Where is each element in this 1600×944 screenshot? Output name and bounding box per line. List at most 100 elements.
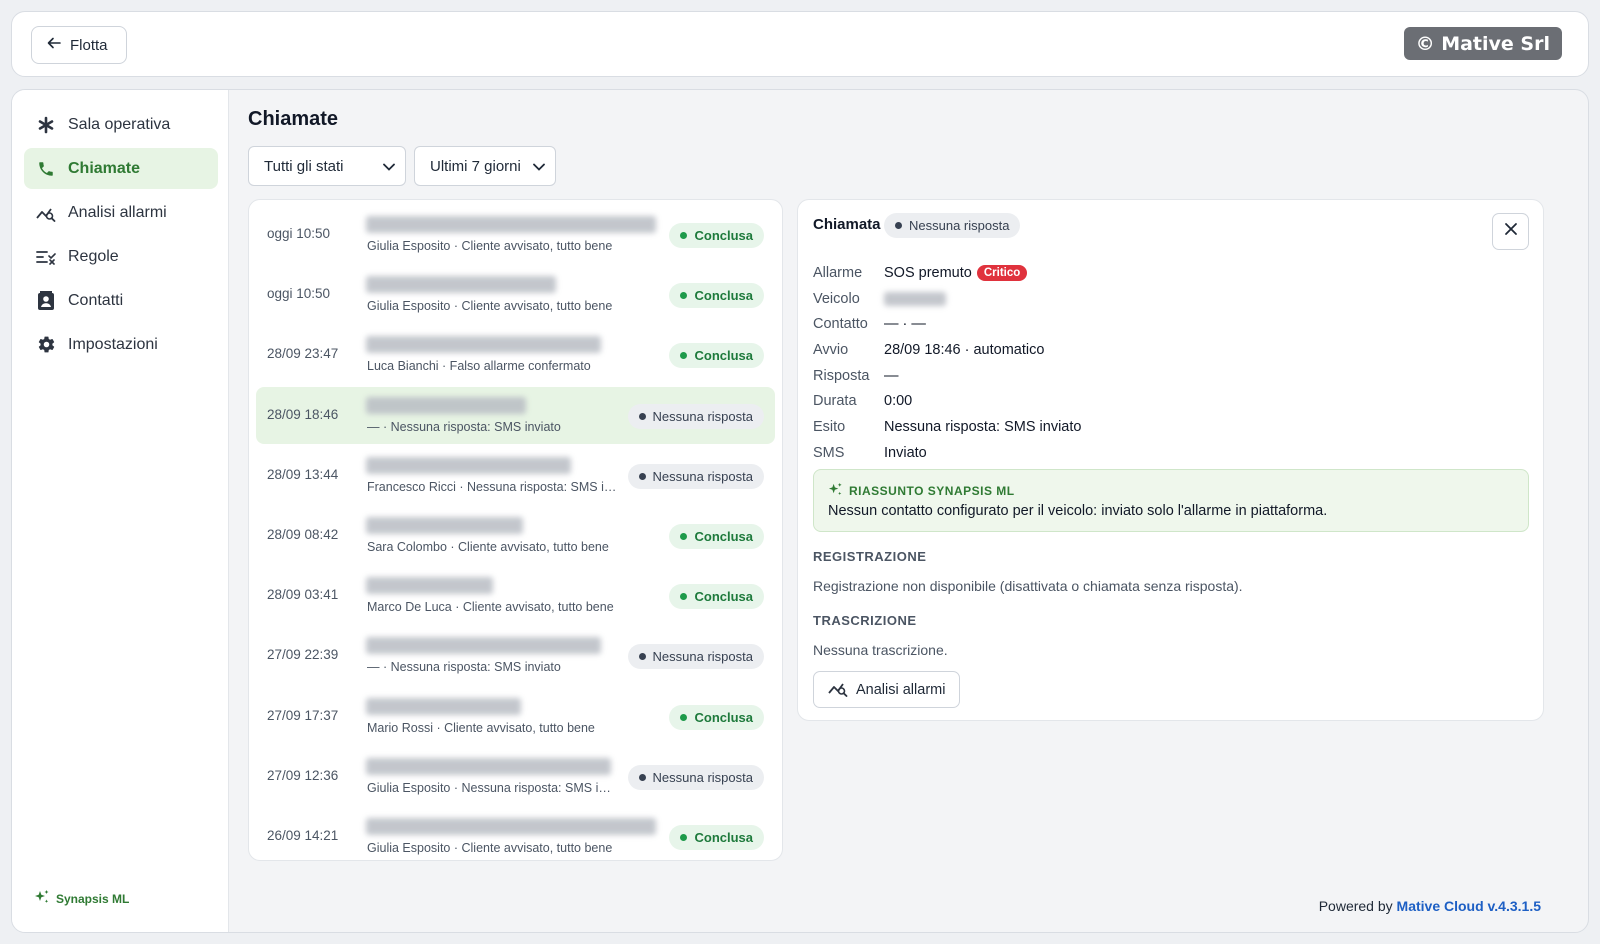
call-time: 27/09 12:36 [267,767,339,783]
summary-heading-text: RIASSUNTO SYNAPSIS ML [849,484,1015,498]
sidebar-item-label: Chiamate [68,159,141,177]
call-vehicle-blurred [366,817,656,835]
status-dot-icon [680,713,688,721]
call-row[interactable]: 28/09 08:42 Sara Colombo · Cliente avvisa… [256,507,775,564]
arrow-left-icon [46,35,62,55]
field-label: Durata [813,393,857,410]
status-dot-icon [680,352,688,360]
status-dot-icon [638,412,646,420]
call-subtitle: Luca Bianchi · Falso allarme confermato [367,359,591,374]
call-row[interactable]: 27/09 17:37 Mario Rossi · Cliente avvisat… [256,688,775,745]
sidebar-item-label: Impostazioni [68,335,158,353]
call-row[interactable]: 26/09 14:21 Giulia Esposito · Cliente avv… [256,808,775,865]
call-time: 27/09 17:37 [267,707,339,723]
call-status-badge: Nessuna risposta [627,764,764,790]
sidebar-item-regole[interactable]: Regole [24,236,218,277]
powered-prefix: Powered by [1318,898,1393,914]
sidebar-item-sala-operativa[interactable]: Sala operativa [24,104,218,145]
call-status-text: Conclusa [694,228,753,243]
ai-summary-box: RIASSUNTO SYNAPSIS ML Nessun contatto co… [813,469,1529,532]
sidebar-item-analisi-allarmi[interactable]: Analisi allarmi [24,192,218,233]
field-contatto: Contatto — · — [813,311,1081,337]
call-status-badge: Conclusa [669,584,764,610]
contact-card-icon [36,290,56,311]
field-avvio: Avvio 28/09 18:46 · automatico [813,337,1081,363]
call-status-text: Conclusa [694,288,753,304]
sidebar-item-impostazioni[interactable]: Impostazioni [24,324,218,365]
call-status-text: Nessuna risposta [652,468,753,484]
call-time: 28/09 08:42 [267,526,339,542]
app-shell: Sala operativa Chiamate Analisi allarmi … [11,89,1589,933]
call-status-text: Conclusa [694,709,753,725]
status-dot-icon [680,532,688,540]
status-dot-icon [680,292,688,300]
synapsis-ml-label: Synapsis ML [34,889,129,908]
call-vehicle-blurred [366,216,656,233]
call-row[interactable]: oggi 10:50 Giulia Esposito · Cliente avvi… [256,266,775,323]
call-status-text: Nessuna risposta [652,769,753,785]
call-row[interactable]: 28/09 23:47 Luca Bianchi · Falso allarme … [256,326,775,383]
transcription-text: Nessuna trascrizione. [813,642,948,658]
call-row[interactable]: 28/09 18:46 — · Nessuna risposta: SMS inv… [256,386,775,444]
call-row[interactable]: oggi 10:50 Giulia Esposito · Cliente avvi… [256,206,775,263]
call-time: 28/09 18:46 [267,406,339,422]
period-filter-value: Ultimi 7 giorni [430,157,521,175]
call-time: 28/09 03:41 [267,587,339,603]
analisi-allarmi-button[interactable]: Analisi allarmi [813,671,961,708]
recording-text: Registrazione non disponibile (disattiva… [813,578,1243,594]
status-dot-icon [638,472,646,480]
page-title: Chiamate [248,108,339,130]
chevron-down-icon [383,158,395,175]
sidebar-item-contatti[interactable]: Contatti [24,280,218,321]
field-value: Inviato [884,444,927,461]
period-filter-select[interactable]: Ultimi 7 giorni [414,146,556,186]
back-label: Flotta [70,36,108,54]
field-veicolo: Veicolo [813,286,1081,312]
call-vehicle-blurred [366,276,556,294]
call-row[interactable]: 28/09 13:44 Francesco Ricci · Nessuna ris… [256,447,775,504]
sidebar-item-label: Contatti [68,291,124,309]
call-time: oggi 10:50 [267,286,331,302]
call-vehicle-blurred [366,456,571,474]
vehicle-plate-blurred [884,291,946,306]
field-value: SOS premuto Critico [884,264,1028,281]
gear-icon [36,335,56,355]
field-label: Risposta [813,367,870,384]
field-value [884,291,946,306]
call-row[interactable]: 28/09 03:41 Marco De Luca · Cliente avvis… [256,567,775,624]
transcription-heading: TRASCRIZIONE [813,613,917,628]
call-row[interactable]: 27/09 22:39 — · Nessuna risposta: SMS inv… [256,627,775,684]
call-status-badge: Conclusa [669,223,764,248]
status-dot-icon [638,653,646,661]
recording-heading: REGISTRAZIONE [813,549,927,564]
close-detail-button[interactable] [1492,213,1529,250]
call-vehicle-blurred [366,757,611,775]
call-status-badge: Conclusa [669,343,764,369]
critical-badge: Critico [976,264,1028,281]
call-status-badge: Conclusa [669,704,764,730]
sidebar-nav: Sala operativa Chiamate Analisi allarmi … [24,104,218,368]
call-status-text: Conclusa [694,589,753,605]
sidebar-item-label: Analisi allarmi [68,203,167,221]
asterisk-icon [36,115,56,135]
field-label: Esito [813,418,846,435]
product-version-link[interactable]: Mative Cloud v.4.3.1.5 [1397,898,1541,914]
call-detail-panel: Chiamata Nessuna risposta Allarme SOS pr… [797,199,1544,721]
field-esito: Esito Nessuna risposta: SMS inviato [813,414,1081,440]
field-value: 28/09 18:46 · automatico [884,341,1045,358]
chevron-down-icon [533,158,545,175]
field-label: Avvio [813,341,849,358]
phone-icon [36,159,56,179]
call-row[interactable]: 27/09 12:36 Giulia Esposito · Nessuna ris… [256,748,775,805]
call-status-text: Conclusa [694,348,753,364]
sidebar-item-label: Sala operativa [68,115,171,133]
chart-search-icon [36,203,56,223]
status-filter-select[interactable]: Tutti gli stati [248,146,406,186]
detail-fields: Allarme SOS premuto Critico Veicolo Cont… [813,260,1081,466]
call-status-badge: Conclusa [669,523,764,549]
call-time: 26/09 14:21 [267,827,339,843]
call-status-badge: Conclusa [669,283,764,309]
sidebar-item-chiamate[interactable]: Chiamate [24,148,218,189]
back-to-fleet-button[interactable]: Flotta [31,26,127,64]
call-subtitle: Marco De Luca · Cliente avvisato, tutto … [367,600,614,615]
